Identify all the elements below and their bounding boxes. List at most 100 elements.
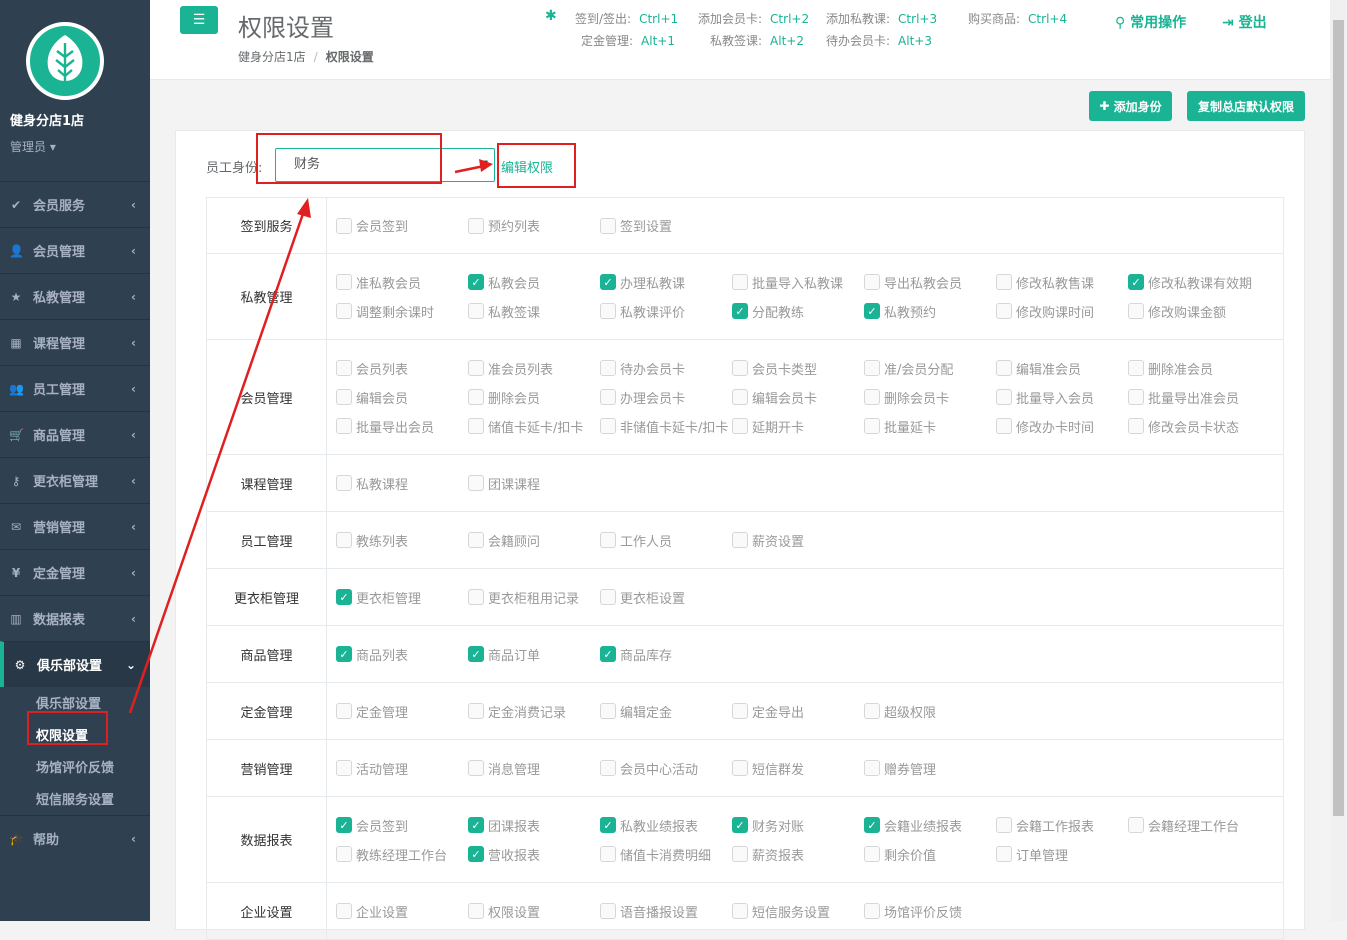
permission-checkbox[interactable]: 导出私教会员 (864, 273, 996, 292)
checkbox-checked-icon[interactable]: ✓ (732, 303, 748, 319)
sidebar-item-7[interactable]: ✉ 营销管理 ‹ (0, 503, 150, 549)
permission-checkbox[interactable]: 场馆评价反馈 (864, 902, 996, 921)
checkbox-unchecked-icon[interactable] (468, 903, 484, 919)
permission-checkbox[interactable]: 删除准会员 (1128, 359, 1260, 378)
checkbox-checked-icon[interactable]: ✓ (864, 303, 880, 319)
checkbox-unchecked-icon[interactable] (468, 303, 484, 319)
checkbox-unchecked-icon[interactable] (600, 589, 616, 605)
checkbox-unchecked-icon[interactable] (732, 360, 748, 376)
checkbox-checked-icon[interactable]: ✓ (600, 817, 616, 833)
sidebar-item-0[interactable]: ✔ 会员服务 ‹ (0, 181, 150, 227)
permission-checkbox[interactable]: 更衣柜租用记录 (468, 588, 600, 607)
checkbox-unchecked-icon[interactable] (864, 389, 880, 405)
permission-checkbox[interactable]: 剩余价值 (864, 845, 996, 864)
permission-checkbox[interactable]: 私教课程 (336, 474, 468, 493)
permission-checkbox[interactable]: ✓ 商品订单 (468, 645, 600, 664)
permission-checkbox[interactable]: 会员签到 (336, 217, 468, 235)
role-dropdown[interactable]: 管理员 ▾ (10, 138, 56, 155)
permission-checkbox[interactable]: 私教课评价 (600, 302, 732, 321)
checkbox-unchecked-icon[interactable] (864, 846, 880, 862)
checkbox-checked-icon[interactable]: ✓ (1128, 274, 1144, 290)
checkbox-unchecked-icon[interactable] (468, 589, 484, 605)
checkbox-checked-icon[interactable]: ✓ (732, 817, 748, 833)
checkbox-unchecked-icon[interactable] (600, 418, 616, 434)
permission-checkbox[interactable]: 批量导出会员 (336, 417, 468, 436)
permission-checkbox[interactable]: 更衣柜设置 (600, 588, 732, 607)
sidebar-item-4[interactable]: 👥 员工管理 ‹ (0, 365, 150, 411)
permission-checkbox[interactable]: ✓ 私教预约 (864, 302, 996, 321)
scrollbar-thumb[interactable] (1333, 20, 1344, 816)
permission-checkbox[interactable]: 修改购课时间 (996, 302, 1128, 321)
permission-checkbox[interactable]: 薪资报表 (732, 845, 864, 864)
permission-checkbox[interactable]: 签到设置 (600, 217, 732, 235)
checkbox-unchecked-icon[interactable] (336, 846, 352, 862)
permission-checkbox[interactable]: 编辑准会员 (996, 359, 1128, 378)
sidebar-item-1[interactable]: 👤 会员管理 ‹ (0, 227, 150, 273)
checkbox-checked-icon[interactable]: ✓ (336, 646, 352, 662)
permission-checkbox[interactable]: 教练经理工作台 (336, 845, 468, 864)
checkbox-unchecked-icon[interactable] (468, 703, 484, 719)
checkbox-unchecked-icon[interactable] (336, 418, 352, 434)
permission-checkbox[interactable]: 修改私教售课 (996, 273, 1128, 292)
menu-toggle-icon[interactable]: ☰ (180, 6, 218, 34)
checkbox-unchecked-icon[interactable] (1128, 303, 1144, 319)
checkbox-unchecked-icon[interactable] (864, 760, 880, 776)
permission-checkbox[interactable]: 编辑定金 (600, 702, 732, 721)
checkbox-unchecked-icon[interactable] (864, 418, 880, 434)
permission-checkbox[interactable]: 修改会员卡状态 (1128, 417, 1260, 436)
checkbox-unchecked-icon[interactable] (336, 703, 352, 719)
permission-checkbox[interactable]: 修改购课金额 (1128, 302, 1260, 321)
permission-checkbox[interactable]: 非储值卡延卡/扣卡 (600, 417, 732, 436)
checkbox-unchecked-icon[interactable] (1128, 817, 1144, 833)
permission-checkbox[interactable]: 批量导入会员 (996, 388, 1128, 407)
permission-checkbox[interactable]: 私教签课 (468, 302, 600, 321)
permission-checkbox[interactable]: 会员列表 (336, 359, 468, 378)
sidebar-item-9[interactable]: ▥ 数据报表 ‹ (0, 595, 150, 641)
permission-checkbox[interactable]: 定金管理 (336, 702, 468, 721)
scrollbar[interactable] (1330, 0, 1347, 921)
checkbox-unchecked-icon[interactable] (600, 903, 616, 919)
checkbox-unchecked-icon[interactable] (600, 389, 616, 405)
permission-checkbox[interactable]: 准私教会员 (336, 273, 468, 292)
checkbox-checked-icon[interactable]: ✓ (600, 274, 616, 290)
checkbox-checked-icon[interactable]: ✓ (468, 846, 484, 862)
checkbox-checked-icon[interactable]: ✓ (600, 646, 616, 662)
checkbox-unchecked-icon[interactable] (468, 217, 484, 234)
permission-checkbox[interactable]: ✓ 会员签到 (336, 816, 468, 835)
checkbox-unchecked-icon[interactable] (864, 903, 880, 919)
checkbox-unchecked-icon[interactable] (600, 303, 616, 319)
permission-checkbox[interactable]: 短信服务设置 (732, 902, 864, 921)
sidebar-item-8[interactable]: ¥ 定金管理 ‹ (0, 549, 150, 595)
checkbox-unchecked-icon[interactable] (1128, 418, 1144, 434)
permission-checkbox[interactable]: 会籍工作报表 (996, 816, 1128, 835)
permission-checkbox[interactable]: 准会员列表 (468, 359, 600, 378)
checkbox-unchecked-icon[interactable] (732, 903, 748, 919)
checkbox-unchecked-icon[interactable] (732, 760, 748, 776)
permission-checkbox[interactable]: 企业设置 (336, 902, 468, 921)
permission-checkbox[interactable]: 批量导入私教课 (732, 273, 864, 292)
permission-checkbox[interactable]: 赠券管理 (864, 759, 996, 778)
add-role-button[interactable]: ✚ 添加身份 (1089, 91, 1172, 121)
sidebar-item-help[interactable]: 🎓 帮助 ‹ (0, 815, 150, 861)
permission-checkbox[interactable]: 办理会员卡 (600, 388, 732, 407)
permission-checkbox[interactable]: 修改办卡时间 (996, 417, 1128, 436)
checkbox-unchecked-icon[interactable] (732, 846, 748, 862)
checkbox-unchecked-icon[interactable] (468, 418, 484, 434)
permission-checkbox[interactable]: 会员卡类型 (732, 359, 864, 378)
permission-checkbox[interactable]: 会籍经理工作台 (1128, 816, 1260, 835)
permission-checkbox[interactable]: 权限设置 (468, 902, 600, 921)
permission-checkbox[interactable]: 储值卡消费明细 (600, 845, 732, 864)
permission-checkbox[interactable]: 活动管理 (336, 759, 468, 778)
permission-checkbox[interactable]: 超级权限 (864, 702, 996, 721)
sidebar-item-3[interactable]: ▦ 课程管理 ‹ (0, 319, 150, 365)
checkbox-unchecked-icon[interactable] (468, 532, 484, 548)
permission-checkbox[interactable]: 储值卡延卡/扣卡 (468, 417, 600, 436)
checkbox-unchecked-icon[interactable] (996, 846, 1012, 862)
permission-checkbox[interactable]: ✓ 办理私教课 (600, 273, 732, 292)
checkbox-unchecked-icon[interactable] (336, 274, 352, 290)
sidebar-subitem-0[interactable]: 俱乐部设置 (36, 693, 101, 712)
checkbox-unchecked-icon[interactable] (996, 303, 1012, 319)
common-ops-link[interactable]: ⚲ 常用操作 (1115, 12, 1186, 32)
checkbox-unchecked-icon[interactable] (336, 217, 352, 234)
checkbox-unchecked-icon[interactable] (600, 703, 616, 719)
